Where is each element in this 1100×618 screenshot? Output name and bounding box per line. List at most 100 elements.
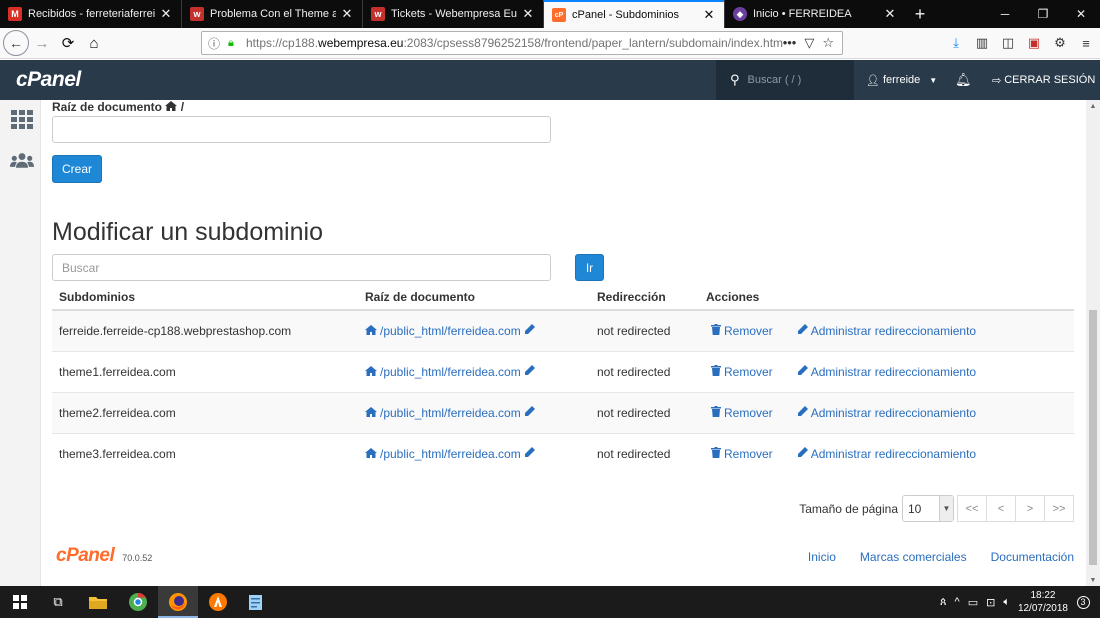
footer-link-trademarks[interactable]: Marcas comerciales [860,550,967,564]
webempresa-favicon-icon: w [190,7,204,21]
notifications-bell-icon[interactable]: 🔔︎ [955,60,972,100]
redirect-cell: not redirected [590,350,699,392]
first-page-button[interactable]: << [957,495,987,522]
remove-button[interactable]: Remover [711,446,773,461]
document-root-input[interactable] [52,116,551,143]
remove-button[interactable]: Remover [711,364,773,379]
system-tray: ጰ ^ ▭ ⊡ 🔈︎ 18:22 12/07/2018 [940,586,1068,618]
browser-toolbar: ← → ⟳ ⌂ ⓘ 🔒︎ https://cp188.webempresa.eu… [0,28,1100,59]
scroll-down-icon[interactable]: ▼ [1086,574,1100,586]
network-icon[interactable]: ⊡ [986,596,995,609]
close-tab-icon[interactable]: ✕ [702,7,716,23]
clock-time: 18:22 [1030,590,1056,601]
download-icon[interactable]: ⤓ [946,32,966,54]
page-actions-icon[interactable]: ••• [783,35,797,51]
document-root-link[interactable]: /public_html/ferreidea.com [365,323,535,338]
minimize-icon[interactable]: ─ [986,0,1024,28]
remove-button[interactable]: Remover [711,405,773,420]
close-tab-icon[interactable]: ✕ [521,6,535,22]
cpanel-search-input[interactable]: ⚲ Buscar ( / ) [716,60,854,100]
users-icon[interactable] [10,150,34,170]
browser-tab-tickets[interactable]: w Tickets - Webempresa Europa ✕ [362,0,543,28]
redirect-cell: not redirected [590,309,699,351]
last-page-button[interactable]: >> [1044,495,1074,522]
notepad-icon[interactable] [246,592,266,612]
scrollbar-thumb[interactable] [1089,310,1097,565]
home-button[interactable]: ⌂ [81,30,107,56]
file-explorer-icon[interactable] [88,592,108,612]
prev-page-button[interactable]: < [986,495,1016,522]
column-header-redirect[interactable]: Redirección [590,284,699,311]
browser-tab-problema[interactable]: w Problema Con el Theme al crea ✕ [181,0,362,28]
scroll-up-icon[interactable]: ▲ [1086,100,1100,112]
document-root-path: /public_html/ferreidea.com [380,405,521,420]
info-icon[interactable]: ⓘ [208,35,224,52]
document-root-link[interactable]: /public_html/ferreidea.com [365,405,535,420]
library-icon[interactable]: ▥ [972,32,992,54]
close-tab-icon[interactable]: ✕ [883,6,897,22]
browser-tab-cpanel[interactable]: cP cPanel - Subdominios ✕ [543,0,724,28]
new-tab-button[interactable]: + [905,0,935,28]
footer-link-documentation[interactable]: Documentación [991,550,1074,564]
battery-icon[interactable]: ▭ [968,596,978,609]
chrome-icon[interactable] [128,592,148,612]
subdomain-search-input[interactable]: Buscar [52,254,551,281]
pocket-icon[interactable]: ▽ [804,35,814,51]
avast-icon[interactable] [208,592,228,612]
browser-tab-inicio[interactable]: ◆ Inicio • FERREIDEA ✕ [724,0,905,28]
menu-hamburger-icon[interactable]: ≡ [1076,32,1096,54]
action-center-icon[interactable]: 3 [1074,593,1092,611]
taskbar-clock[interactable]: 18:22 12/07/2018 [1018,589,1068,615]
logout-button[interactable]: ⇨ CERRAR SESIÓN [992,60,1095,100]
manage-redirect-button[interactable]: Administrar redireccionamiento [797,405,976,420]
create-button[interactable]: Crear [52,155,102,183]
url-bar[interactable]: ⓘ 🔒︎ https://cp188.webempresa.eu:2083/cp… [201,31,843,55]
next-page-button[interactable]: > [1015,495,1045,522]
lock-icon[interactable]: 🔒︎ [228,37,240,50]
task-view-icon[interactable]: ⧉ [48,592,68,612]
column-header-document-root[interactable]: Raíz de documento [358,284,590,311]
footer-link-home[interactable]: Inicio [808,550,836,564]
forward-button[interactable]: → [29,30,55,56]
document-root-label-text: Raíz de documento [52,100,163,114]
windows-start-icon[interactable] [10,592,30,612]
show-hidden-icons-icon[interactable]: ^ [955,596,960,608]
people-icon[interactable]: ጰ [940,596,947,609]
extension-icon[interactable]: ▣ [1024,32,1044,54]
edit-pencil-icon[interactable] [524,446,535,461]
document-root-link[interactable]: /public_html/ferreidea.com [365,364,535,379]
reload-button[interactable]: ⟳ [55,30,81,56]
back-button[interactable]: ← [3,30,29,56]
vertical-scrollbar[interactable]: ▲ ▼ [1086,100,1100,586]
page-size-select[interactable]: 10 ▼ [902,495,954,522]
footer-cpanel-logo[interactable]: cPanel [56,545,115,567]
cpanel-logo[interactable]: cPanel [16,68,81,92]
close-tab-icon[interactable]: ✕ [159,6,173,22]
user-menu-button[interactable]: 👤︎ ferreide ▼ [866,60,937,100]
document-root-link[interactable]: /public_html/ferreidea.com [365,446,535,461]
tab-title: Problema Con el Theme al crea [210,8,336,20]
edit-pencil-icon[interactable] [524,364,535,379]
url-text[interactable]: https://cp188.webempresa.eu:2083/cpsess8… [246,36,783,50]
manage-redirect-button[interactable]: Administrar redireccionamiento [797,446,976,461]
firefox-icon[interactable] [168,592,188,612]
manage-redirect-button[interactable]: Administrar redireccionamiento [797,364,976,379]
remove-label: Remover [724,446,773,461]
go-button[interactable]: Ir [575,254,604,281]
edit-pencil-icon[interactable] [524,323,535,338]
volume-icon[interactable]: 🔈︎ [1003,596,1010,609]
manage-redirect-button[interactable]: Administrar redireccionamiento [797,323,976,338]
column-header-subdomains[interactable]: Subdominios [52,284,358,311]
bookmark-star-icon[interactable]: ☆ [822,35,834,51]
browser-tab-gmail[interactable]: M Recibidos - ferreteriaferreidea@ ✕ [0,0,181,28]
home-grid-icon[interactable] [10,110,34,130]
url-prefix: https://cp188. [246,36,319,50]
subdomain-cell: theme3.ferreidea.com [52,432,358,474]
addon-icon[interactable]: ⚙ [1050,32,1070,54]
close-window-icon[interactable]: ✕ [1062,0,1100,28]
close-tab-icon[interactable]: ✕ [340,6,354,22]
edit-pencil-icon[interactable] [524,405,535,420]
restore-icon[interactable]: ❐ [1024,0,1062,28]
remove-button[interactable]: Remover [711,323,773,338]
sidebar-toggle-icon[interactable]: ◫ [998,32,1018,54]
